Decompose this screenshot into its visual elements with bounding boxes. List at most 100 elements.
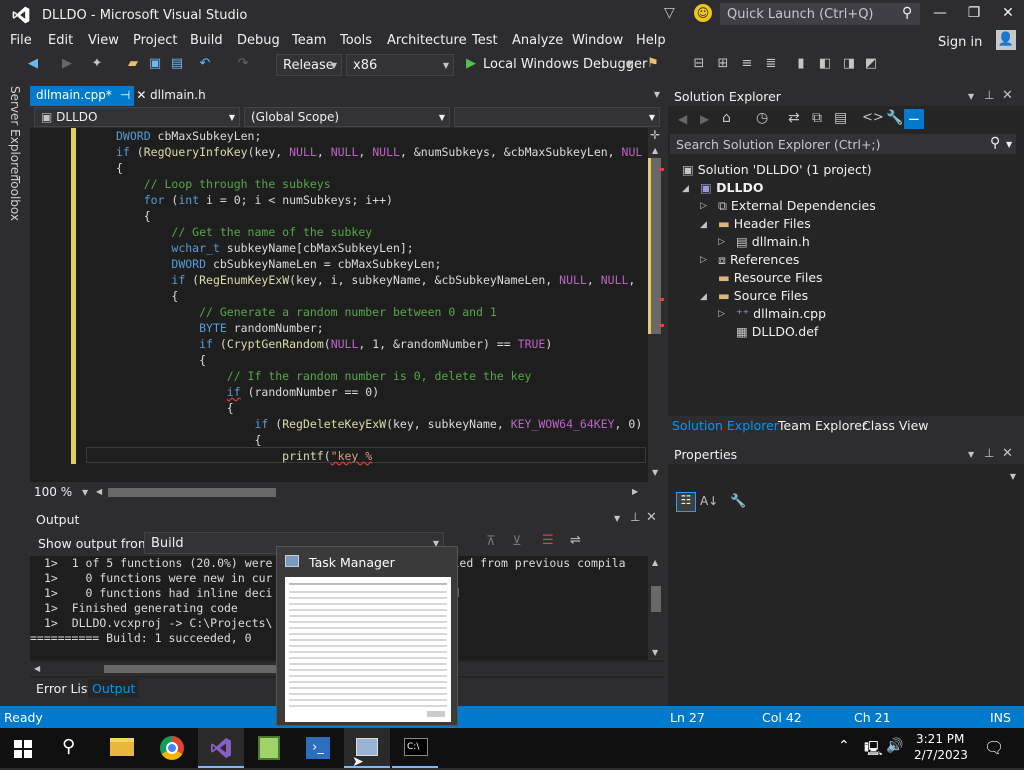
- search-icon[interactable]: ⚲: [62, 736, 75, 757]
- tab-error-list[interactable]: Error List: [36, 681, 92, 696]
- solution-explorer-search[interactable]: Search Solution Explorer (Ctrl+;) ⚲ ▼: [670, 134, 1016, 154]
- minimize-button[interactable]: —: [928, 5, 952, 25]
- menu-team[interactable]: Team: [292, 33, 326, 48]
- menu-file[interactable]: File: [10, 33, 32, 48]
- chevron-up-icon[interactable]: ⌃: [838, 738, 850, 754]
- project-scope-select[interactable]: ▣ DLLDO ▼: [34, 107, 240, 127]
- tree-dllmain-h[interactable]: ▤ dllmain.h: [736, 234, 810, 249]
- search-icon[interactable]: ⚲: [902, 5, 912, 21]
- open-file-icon[interactable]: ▰: [124, 56, 142, 74]
- network-icon[interactable]: 🖳: [864, 738, 883, 762]
- code-editor[interactable]: DWORD cbMaxSubkeyLen; if (RegQueryInfoKe…: [30, 128, 664, 482]
- tab-output[interactable]: Output: [88, 679, 140, 698]
- search-options-icon[interactable]: ▼: [1006, 140, 1012, 149]
- tab-team-explorer[interactable]: Team Explorer: [778, 418, 867, 433]
- toolbar-icon-3[interactable]: ⊞: [714, 56, 732, 74]
- collapsed-triangle-icon[interactable]: ▷: [718, 237, 725, 247]
- debugger-dropdown-icon[interactable]: ▼: [620, 60, 638, 78]
- view-code-icon[interactable]: <>: [862, 110, 884, 125]
- task-manager-taskbar-button[interactable]: [344, 728, 390, 768]
- expanded-triangle-icon[interactable]: ◢: [682, 184, 689, 194]
- collapsed-triangle-icon[interactable]: ▷: [718, 309, 725, 319]
- tab-dllmain-h[interactable]: dllmain.h: [144, 86, 212, 106]
- global-scope-select[interactable]: (Global Scope) ▼: [244, 107, 450, 127]
- zoom-level[interactable]: 100 %: [34, 485, 72, 499]
- tree-dllddo-def[interactable]: ▦ DLLDO.def: [736, 324, 818, 339]
- terminal-taskbar-button[interactable]: C:\: [392, 728, 438, 768]
- feedback-smiley-icon[interactable]: ☺: [694, 4, 712, 22]
- scroll-up-icon[interactable]: ▲: [652, 558, 658, 567]
- close-panel-icon[interactable]: ✕: [646, 510, 657, 525]
- clear-all-icon[interactable]: ☰: [542, 533, 554, 548]
- start-debug-icon[interactable]: ▶: [462, 56, 480, 74]
- account-avatar-icon[interactable]: 👤: [996, 30, 1016, 50]
- dropdown-icon[interactable]: ▼: [968, 450, 974, 459]
- menu-build[interactable]: Build: [190, 33, 223, 48]
- sync-icon[interactable]: ⇄: [788, 110, 800, 126]
- search-icon[interactable]: ⚲: [990, 135, 1000, 151]
- task-manager-thumbnail[interactable]: Task Manager: [276, 546, 458, 726]
- quick-launch-input[interactable]: Quick Launch (Ctrl+Q): [720, 3, 920, 25]
- scroll-thumb[interactable]: [651, 158, 661, 334]
- windows-start-icon[interactable]: [14, 740, 32, 758]
- server-explorer-tab[interactable]: Server Explorer: [8, 86, 22, 179]
- close-panel-icon[interactable]: ✕: [1002, 446, 1013, 461]
- properties-object-select[interactable]: ▼: [670, 466, 1020, 486]
- toolbar-icon-4[interactable]: ≡: [738, 56, 756, 74]
- clock-time[interactable]: 3:21 PM: [916, 732, 964, 746]
- tree-resource-files[interactable]: ▬ Resource Files: [718, 270, 823, 285]
- menu-window[interactable]: Window: [572, 33, 623, 48]
- chrome-icon[interactable]: [160, 736, 184, 760]
- pin-icon[interactable]: ⊥: [984, 88, 994, 102]
- clock-date[interactable]: 2/7/2023: [914, 748, 968, 762]
- bookmark-icon[interactable]: ▮: [792, 56, 810, 74]
- menu-debug[interactable]: Debug: [237, 33, 280, 48]
- toolbar-icon-8[interactable]: ◩: [862, 56, 880, 74]
- navigate-back-icon[interactable]: ◀: [24, 56, 42, 74]
- expanded-triangle-icon[interactable]: ◢: [700, 220, 707, 230]
- toolbox-tab[interactable]: Toolbox: [8, 176, 22, 221]
- undo-icon[interactable]: ↶: [196, 56, 214, 74]
- tab-dllmain-cpp[interactable]: dllmain.cpp* ⊣ ✕: [30, 86, 146, 106]
- tree-external-dependencies[interactable]: ⧉ External Dependencies: [718, 198, 876, 214]
- toolbar-icon-5[interactable]: ≣: [762, 56, 780, 74]
- history-icon[interactable]: ◷: [756, 110, 768, 126]
- dropdown-icon[interactable]: ▼: [614, 514, 620, 523]
- collapsed-triangle-icon[interactable]: ▷: [700, 201, 707, 211]
- save-icon[interactable]: ▣: [146, 56, 164, 74]
- menu-help[interactable]: Help: [636, 33, 666, 48]
- scroll-thumb[interactable]: [651, 586, 661, 612]
- volume-icon[interactable]: 🔊: [886, 738, 903, 754]
- tree-solution[interactable]: ▣ Solution 'DLLDO' (1 project): [682, 162, 872, 177]
- tab-solution-explorer[interactable]: Solution Explorer: [672, 418, 779, 433]
- solution-platform-select[interactable]: x86 ▼: [346, 54, 454, 76]
- tree-dllmain-cpp[interactable]: ⁺⁺ dllmain.cpp: [736, 306, 826, 321]
- notepad-plus-icon[interactable]: [258, 736, 280, 760]
- home-icon[interactable]: ⌂: [722, 110, 731, 126]
- back-icon[interactable]: ◀: [678, 112, 687, 126]
- visual-studio-taskbar-button[interactable]: [198, 728, 244, 768]
- tree-source-files[interactable]: ▬ Source Files: [718, 288, 808, 303]
- horizontal-scroll-thumb[interactable]: [108, 488, 276, 497]
- close-panel-icon[interactable]: ✕: [1002, 88, 1013, 103]
- toolbar-icon-7[interactable]: ◨: [840, 56, 858, 74]
- tree-project[interactable]: ▣ DLLDO: [700, 180, 763, 195]
- preview-selected-icon[interactable]: ⚊: [904, 109, 924, 129]
- maximize-button[interactable]: ❐: [962, 5, 986, 25]
- expanded-triangle-icon[interactable]: ◢: [700, 292, 707, 302]
- pin-icon[interactable]: ⊥: [630, 510, 640, 524]
- sign-in-link[interactable]: Sign in: [938, 35, 982, 50]
- solution-configuration-select[interactable]: Release ▼: [276, 54, 342, 76]
- find-next-icon[interactable]: ⊻: [512, 534, 522, 549]
- scroll-left-icon[interactable]: ◀: [96, 487, 102, 496]
- show-all-files-icon[interactable]: ▤: [834, 110, 847, 126]
- scroll-up-icon[interactable]: ▲: [652, 146, 658, 155]
- collapse-all-icon[interactable]: ⧉: [812, 110, 822, 126]
- output-vertical-scrollbar[interactable]: ▲ ▼: [648, 556, 664, 660]
- scroll-right-icon[interactable]: ▶: [632, 487, 638, 496]
- word-wrap-icon[interactable]: ⇌: [570, 533, 581, 548]
- save-all-icon[interactable]: ▤: [168, 56, 186, 74]
- new-project-icon[interactable]: ✦: [88, 56, 106, 74]
- tree-references[interactable]: ⧈ References: [718, 252, 799, 268]
- close-button[interactable]: ✕: [996, 5, 1020, 25]
